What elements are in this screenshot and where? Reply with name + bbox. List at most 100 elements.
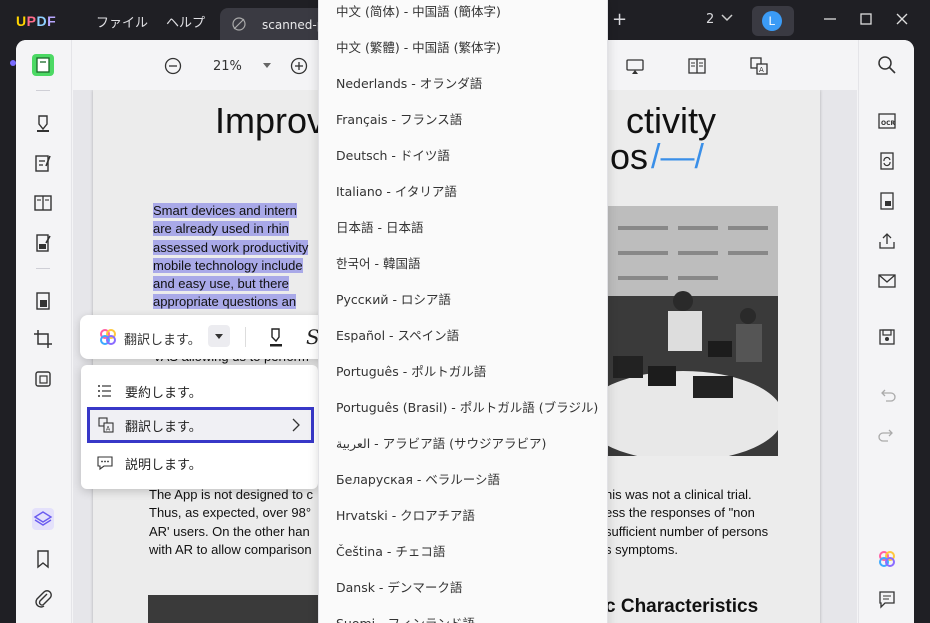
language-option[interactable]: Dansk - デンマーク語	[319, 568, 607, 604]
right-toolbar: OCR	[858, 40, 914, 623]
svg-text:OCR: OCR	[881, 120, 896, 127]
language-label: Беларуская - ベラルーシ語	[336, 472, 501, 487]
language-dropdown: 中文 (简体) - 中国語 (簡体字) 中文 (繁體) - 中国語 (繁体字) …	[318, 0, 608, 623]
protect-icon[interactable]	[876, 190, 898, 212]
language-option[interactable]: Hrvatski - クロアチア語	[319, 496, 607, 532]
avatar: L	[762, 11, 782, 31]
zoom-out-icon[interactable]	[164, 57, 182, 75]
presentation-icon[interactable]	[624, 55, 646, 77]
language-label: Dansk - デンマーク語	[336, 580, 463, 595]
comment-icon[interactable]	[876, 588, 898, 610]
language-label: Deutsch - ドイツ語	[336, 148, 450, 163]
form-fill-icon[interactable]	[32, 232, 54, 254]
ocr-icon[interactable]: OCR	[876, 110, 898, 132]
page-layout-icon[interactable]	[686, 55, 708, 77]
menu-item-summarize[interactable]: 要約します。	[81, 373, 318, 407]
explain-icon	[97, 456, 113, 471]
share-icon[interactable]	[876, 230, 898, 252]
protect-pdf-icon[interactable]	[32, 290, 54, 312]
language-option[interactable]: Nederlands - オランダ語	[319, 64, 607, 100]
page-tools-icon[interactable]	[32, 368, 54, 390]
redo-icon[interactable]	[876, 424, 898, 446]
comment-highlight-icon[interactable]	[32, 112, 54, 134]
language-label: 日本語 - 日本語	[336, 220, 424, 235]
left-toolbar	[16, 40, 72, 623]
language-label: Hrvatski - クロアチア語	[336, 508, 475, 523]
menu-item-explain[interactable]: 説明します。	[81, 445, 318, 479]
save-icon[interactable]	[876, 326, 898, 348]
zoom-dropdown-icon[interactable]	[263, 63, 271, 68]
menu-file[interactable]: ファイル	[96, 12, 148, 31]
language-option[interactable]: Čeština - チェコ語	[319, 532, 607, 568]
close-icon[interactable]	[894, 11, 910, 27]
ai-assistant-icon[interactable]	[876, 548, 898, 570]
new-tab-button[interactable]: +	[612, 11, 627, 29]
cloud-off-icon	[232, 17, 246, 31]
menu-item-label: 翻訳します。	[125, 420, 202, 435]
menu-help[interactable]: ヘルプ	[166, 12, 205, 31]
crop-icon[interactable]	[32, 328, 54, 350]
language-option[interactable]: Português - ポルトガル語	[319, 352, 607, 388]
language-option[interactable]: 中文 (简体) - 中国語 (簡体字)	[319, 0, 607, 28]
minimize-icon[interactable]	[822, 11, 838, 27]
language-option[interactable]: Suomi - フィンランド語	[319, 604, 607, 623]
language-label: 中文 (简体) - 中国語 (簡体字)	[336, 4, 501, 19]
language-label: Čeština - チェコ語	[336, 544, 446, 559]
language-option[interactable]: Français - フランス語	[319, 100, 607, 136]
zoom-in-icon[interactable]	[290, 57, 308, 75]
reader-mode-icon[interactable]	[32, 54, 54, 76]
menu-item-label: 要約します。	[125, 386, 202, 401]
language-option[interactable]: العربية - アラビア語 (サウジアラビア)	[319, 424, 607, 460]
highlighted-paragraph[interactable]: Smart devices and intern are already use…	[153, 202, 323, 312]
ai-translate-button[interactable]: 翻訳します。	[124, 329, 201, 348]
maximize-icon[interactable]	[858, 11, 874, 27]
chevron-right-icon	[292, 418, 300, 432]
tab-count[interactable]: 2	[706, 12, 714, 27]
account-button[interactable]: L	[752, 6, 794, 36]
body-paragraph-right: his was not a clinical trial. ess the re…	[605, 486, 815, 559]
attachment-icon[interactable]	[32, 588, 54, 610]
translate-icon: A	[98, 417, 114, 433]
list-icon	[98, 385, 111, 397]
edit-pdf-icon[interactable]	[32, 152, 54, 174]
highlighter-icon[interactable]	[266, 326, 286, 348]
organize-pages-icon[interactable]	[32, 192, 54, 214]
language-option[interactable]: 中文 (繁體) - 中国語 (繁体字)	[319, 28, 607, 64]
document-tab[interactable]: scanned-p	[220, 8, 330, 40]
language-label: 한국어 - 韓国語	[336, 256, 421, 271]
doc-title-line2: os	[610, 136, 649, 177]
rail-divider	[36, 268, 50, 269]
layers-icon[interactable]	[32, 508, 54, 530]
text-line: his was not a clinical trial.	[605, 487, 752, 502]
text-line: s symptoms.	[605, 541, 678, 557]
toolbar-divider	[245, 327, 246, 347]
undo-icon[interactable]	[876, 384, 898, 406]
language-option[interactable]: Português (Brasil) - ポルトガル語 (ブラジル)	[319, 388, 607, 424]
convert-icon[interactable]	[876, 150, 898, 172]
language-option[interactable]: Italiano - イタリア語	[319, 172, 607, 208]
ai-options-dropdown[interactable]	[208, 325, 230, 347]
translate-page-icon[interactable]: A	[748, 55, 770, 77]
language-option[interactable]: Русский - ロシア語	[319, 280, 607, 316]
section-heading: c Characteristics	[605, 596, 759, 617]
language-label: Français - フランス語	[336, 112, 463, 127]
text-line: assessed work productivity	[153, 239, 309, 255]
language-option[interactable]: 日本語 - 日本語	[319, 208, 607, 244]
language-label: Suomi - フィンランド語	[336, 613, 475, 623]
language-option[interactable]: 한국어 - 韓国語	[319, 244, 607, 280]
language-option[interactable]: Deutsch - ドイツ語	[319, 136, 607, 172]
zoom-level[interactable]: 21%	[213, 59, 242, 74]
app-logo: UPDF	[16, 13, 57, 29]
language-label: 中文 (繁體) - 中国語 (繁体字)	[336, 40, 501, 55]
menu-item-translate[interactable]: A 翻訳します。	[87, 407, 314, 443]
rail-divider	[36, 90, 50, 91]
language-label: العربية - アラビア語 (サウジアラビア)	[336, 436, 547, 451]
language-option[interactable]: Español - スペイン語	[319, 316, 607, 352]
search-icon[interactable]	[876, 54, 898, 76]
bookmark-icon[interactable]	[32, 548, 54, 570]
language-option[interactable]: Беларуская - ベラルーシ語	[319, 460, 607, 496]
email-icon[interactable]	[876, 270, 898, 292]
text-line: mobile technology include	[153, 257, 303, 273]
text-line: are already used in rhin	[153, 221, 289, 237]
chevron-down-icon[interactable]	[721, 13, 733, 23]
